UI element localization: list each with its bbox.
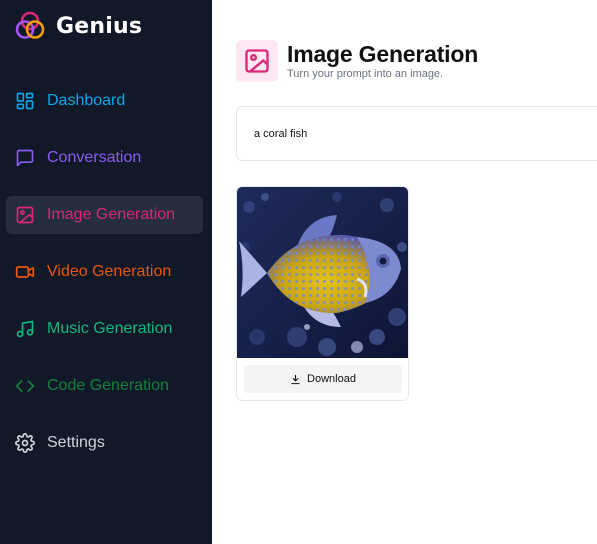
generated-image — [237, 187, 408, 358]
brand[interactable]: Genius — [14, 10, 142, 42]
app-name: Genius — [56, 13, 143, 39]
sidebar-item-conversation[interactable]: Conversation — [6, 139, 203, 177]
page-subtitle: Turn your prompt into an image. — [287, 68, 444, 80]
prompt-form — [236, 106, 597, 161]
sidebar-item-video-generation[interactable]: Video Generation — [6, 253, 203, 291]
image-result-card: Download — [236, 186, 409, 401]
page-title: Image Generation — [287, 41, 479, 67]
sidebar-item-label: Dashboard — [47, 92, 126, 109]
settings-icon — [15, 433, 35, 453]
sidebar-item-label: Music Generation — [47, 320, 173, 337]
message-square-icon — [15, 148, 35, 168]
sidebar-item-label: Code Generation — [47, 377, 169, 394]
genius-logo-icon — [15, 11, 45, 39]
sidebar-item-label: Video Generation — [47, 263, 172, 280]
sidebar-item-label: Settings — [47, 434, 105, 451]
music-icon — [15, 319, 35, 339]
video-icon — [15, 262, 35, 282]
sidebar-item-label: Image Generation — [47, 206, 176, 223]
code-icon — [15, 376, 35, 396]
header-icon-container — [236, 40, 278, 82]
sidebar-item-code-generation[interactable]: Code Generation — [6, 367, 203, 405]
sidebar-item-label: Conversation — [47, 149, 142, 166]
sidebar-item-music-generation[interactable]: Music Generation — [6, 310, 203, 348]
sidebar-item-settings[interactable]: Settings — [6, 424, 203, 462]
download-button[interactable]: Download — [244, 365, 402, 393]
sidebar-item-image-generation[interactable]: Image Generation — [6, 196, 203, 234]
image-icon — [15, 205, 35, 225]
sidebar-item-dashboard[interactable]: Dashboard — [6, 82, 203, 120]
download-icon — [290, 374, 301, 385]
prompt-input[interactable] — [254, 126, 594, 142]
download-label: Download — [307, 373, 356, 385]
image-icon — [245, 49, 269, 73]
dashboard-icon — [15, 91, 35, 111]
sidebar: Genius Dashboard Conversation Image Gene… — [0, 0, 212, 544]
